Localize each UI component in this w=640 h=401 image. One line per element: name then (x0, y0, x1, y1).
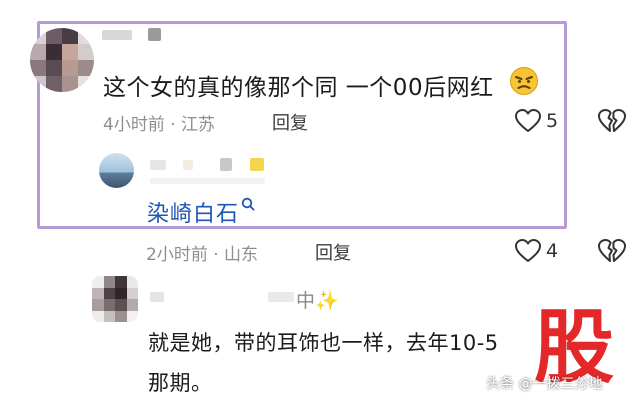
username-blur[interactable] (150, 292, 164, 302)
username-suffix: 中✨ (296, 290, 339, 312)
comment-meta: 4小时前 · 江苏 (103, 115, 216, 135)
username-blur (150, 178, 265, 184)
like-count: 4 (546, 240, 559, 262)
username-blur (183, 160, 193, 170)
avatar[interactable] (99, 153, 134, 188)
mention-text[interactable]: 染崎白石 (147, 202, 239, 227)
username-blur[interactable] (150, 160, 166, 170)
mention-link[interactable]: 染崎白石 (147, 196, 255, 228)
broken-heart-icon[interactable] (597, 238, 627, 264)
username-blur (220, 158, 232, 171)
heart-icon[interactable] (514, 238, 542, 264)
username-blur (268, 292, 294, 302)
reply-button[interactable]: 回复 (272, 109, 308, 135)
username-blur[interactable] (102, 30, 132, 40)
comment-text: 那期。 (148, 371, 213, 395)
watermark: 头条 @一拨三分地 (486, 376, 603, 392)
search-icon[interactable] (241, 196, 255, 215)
angry-face-icon (509, 66, 539, 96)
comment-text: 就是她，带的耳饰也一样，去年10-5 (148, 331, 499, 355)
avatar[interactable] (92, 276, 138, 322)
comment-meta: 2小时前 · 山东 (146, 245, 259, 265)
heart-icon[interactable] (514, 108, 542, 134)
broken-heart-icon[interactable] (597, 108, 627, 134)
username-blur (148, 28, 161, 41)
reply-button[interactable]: 回复 (315, 239, 351, 265)
comment-text-content: 这个女的真的像那个同 一个00后网红 (103, 75, 494, 101)
like-count: 5 (546, 110, 559, 132)
comment-text: 这个女的真的像那个同 一个00后网红 (103, 68, 494, 102)
avatar[interactable] (30, 28, 94, 92)
username-blur (250, 158, 264, 171)
